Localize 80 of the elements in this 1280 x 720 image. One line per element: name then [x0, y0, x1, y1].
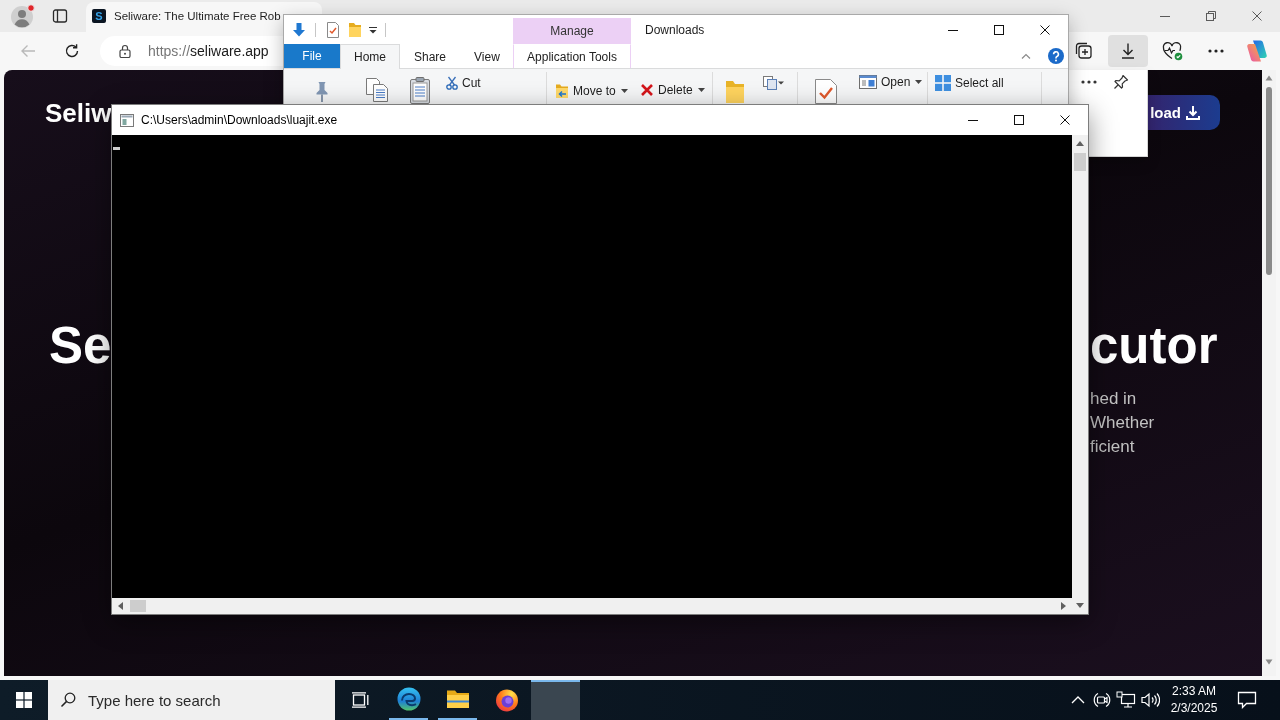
- more-icon[interactable]: [1208, 49, 1224, 53]
- maximize-icon[interactable]: [994, 24, 1004, 35]
- camera-icon[interactable]: [1093, 691, 1111, 709]
- logo-text[interactable]: Seliw: [45, 97, 112, 128]
- window-title: Downloads: [645, 21, 705, 39]
- cut-button[interactable]: Cut: [446, 76, 481, 90]
- lock-icon[interactable]: [119, 44, 131, 58]
- caret-icon: [697, 88, 705, 92]
- open-button[interactable]: Open: [859, 75, 923, 89]
- ribbon-tab[interactable]: Share: [400, 44, 461, 68]
- help-icon[interactable]: [1048, 48, 1064, 64]
- scroll-thumb[interactable]: [1074, 153, 1086, 171]
- clipboard-icon[interactable]: [409, 76, 431, 104]
- search-icon: [60, 692, 76, 708]
- close-icon[interactable]: [1040, 24, 1050, 35]
- ribbon-tab[interactable]: Home: [340, 44, 400, 69]
- page-scrollbar[interactable]: [1262, 70, 1276, 676]
- scroll-thumb[interactable]: [1266, 87, 1272, 275]
- refresh-icon[interactable]: [64, 43, 80, 59]
- globe-logo-icon: [494, 688, 519, 712]
- windows-logo-icon: [16, 692, 32, 708]
- heart-pulse-icon[interactable]: [1161, 41, 1183, 61]
- delete-button[interactable]: Delete: [640, 83, 705, 97]
- network-icon[interactable]: [1116, 691, 1136, 709]
- downloads-button[interactable]: [1108, 35, 1148, 67]
- vertical-scrollbar[interactable]: [1072, 135, 1088, 614]
- maximize-icon[interactable]: [1014, 115, 1024, 125]
- hero-heading: cutor: [1090, 318, 1219, 374]
- scroll-right-arrow-icon[interactable]: [1061, 602, 1066, 610]
- scissors-icon: [446, 76, 458, 90]
- copy-icon[interactable]: [365, 77, 389, 103]
- scroll-down-arrow-icon[interactable]: [1076, 603, 1084, 608]
- tab-group-header: Manage: [513, 18, 631, 44]
- download-icon: [1185, 104, 1201, 121]
- console-window-icon[interactable]: [120, 113, 134, 127]
- browser-icon: [396, 687, 421, 711]
- x-mark-icon: [640, 83, 654, 97]
- sidebar-panel-icon[interactable]: [52, 8, 68, 24]
- collections-icon[interactable]: [1074, 41, 1094, 61]
- down-arrow-icon[interactable]: [291, 21, 307, 38]
- horizontal-scrollbar[interactable]: [112, 598, 1072, 614]
- close-icon[interactable]: [1060, 115, 1070, 125]
- notification-icon[interactable]: [1237, 691, 1257, 709]
- window-title: C:\Users\admin\Downloads\luajit.exe: [141, 113, 338, 127]
- ribbon-tab[interactable]: View: [460, 44, 514, 68]
- caret-icon: [620, 89, 628, 93]
- browser-tab[interactable]: S Seliware: The Ultimate Free Rob: [86, 2, 322, 32]
- scroll-down-arrow-icon[interactable]: [1265, 659, 1273, 665]
- caret-icon[interactable]: [369, 25, 377, 34]
- move-to-button[interactable]: Move to: [555, 83, 628, 99]
- open-window-icon: [859, 75, 877, 89]
- download-button[interactable]: load: [1148, 95, 1220, 130]
- grid-icon: [935, 75, 951, 91]
- scroll-thumb[interactable]: [130, 600, 146, 612]
- search-field[interactable]: Type here to search: [48, 680, 335, 720]
- checklist-icon[interactable]: [814, 78, 838, 104]
- caret-icon: [915, 80, 923, 84]
- stacked-pages-icon[interactable]: [762, 75, 784, 91]
- text-cursor: [113, 147, 120, 150]
- clock-date[interactable]: 2/3/2025: [1170, 700, 1218, 717]
- clock-time[interactable]: 2:33 AM: [1172, 683, 1216, 700]
- scroll-up-arrow-icon[interactable]: [1076, 141, 1084, 146]
- profile-avatar-icon[interactable]: [11, 4, 35, 28]
- hero-paragraph: hed in Whether ficient: [1090, 388, 1156, 458]
- more-icon[interactable]: [1081, 80, 1097, 84]
- favicon: S: [92, 9, 106, 23]
- volume-icon[interactable]: [1140, 691, 1160, 709]
- app-logo-icon[interactable]: [1245, 39, 1269, 63]
- pin-icon[interactable]: [1113, 74, 1129, 90]
- select-all-button[interactable]: Select all: [935, 75, 1004, 91]
- restore-icon[interactable]: [1206, 11, 1216, 21]
- move-folder-icon: [555, 83, 569, 99]
- task-view-icon[interactable]: [351, 692, 369, 708]
- address-field[interactable]: https://seliware.app: [100, 36, 284, 66]
- file-menu-tab[interactable]: File: [284, 44, 340, 68]
- scroll-up-arrow-icon[interactable]: [1265, 75, 1273, 81]
- checklist-icon[interactable]: [326, 21, 340, 38]
- hero-heading: Se: [49, 318, 112, 374]
- scroll-left-arrow-icon[interactable]: [118, 602, 123, 610]
- folder-icon: [445, 689, 470, 709]
